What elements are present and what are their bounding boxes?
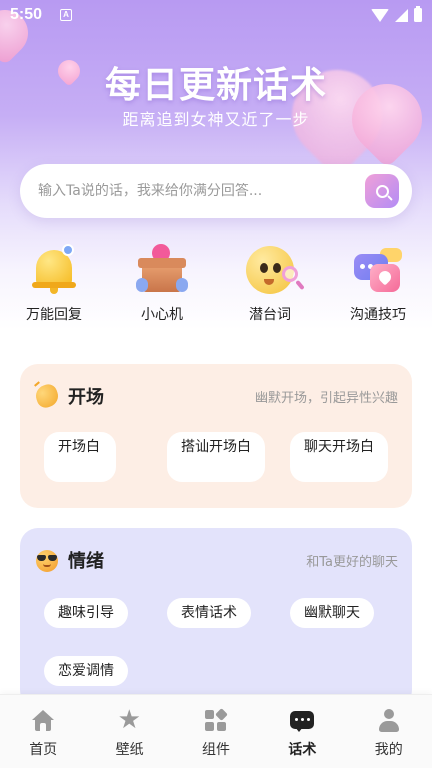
search-icon <box>375 184 389 198</box>
sunglasses-face-icon <box>34 547 60 573</box>
search-input[interactable] <box>38 183 338 199</box>
feature-communication-skills[interactable]: 沟通技巧 <box>324 244 432 328</box>
chip-humor-chat[interactable]: 幽默聊天 <box>290 598 374 628</box>
feature-label: 沟通技巧 <box>350 307 406 323</box>
nav-label: 我的 <box>374 742 403 758</box>
gift-box-icon <box>136 240 188 296</box>
chip-emoji-talk[interactable]: 表情话术 <box>167 598 251 628</box>
magnifier-face-icon <box>244 244 305 296</box>
status-icons <box>371 6 422 22</box>
nav-widgets[interactable]: 组件 <box>173 695 259 768</box>
feature-label: 小心机 <box>141 307 183 323</box>
chat-icon <box>290 709 315 733</box>
nav-profile[interactable]: 我的 <box>346 695 432 768</box>
chip-pickup-opening[interactable]: 搭讪开场白 <box>167 432 265 482</box>
card-title: 开场 <box>68 387 104 408</box>
cellular-signal-icon <box>395 8 408 22</box>
search-button[interactable] <box>365 174 399 208</box>
nav-label: 组件 <box>201 742 230 758</box>
hero-subtitle: 距离追到女神又近了一步 <box>122 110 310 129</box>
chip-opening-line[interactable]: 开场白 <box>44 432 116 482</box>
feature-subtext[interactable]: 潜台词 <box>216 244 324 328</box>
bottom-navigation: 首页 ★ 壁纸 组件 话术 我的 <box>0 694 432 768</box>
widgets-icon <box>204 708 228 733</box>
feature-universal-reply[interactable]: 万能回复 <box>0 244 108 328</box>
status-bar: 5:50 A <box>0 0 432 30</box>
battery-icon <box>414 6 422 22</box>
card-emotion: 情绪 和Ta更好的聊天 趣味引导 表情话术 幽默聊天 恋爱调情 <box>20 528 412 708</box>
chip-chat-opening[interactable]: 聊天开场白 <box>290 432 388 482</box>
home-icon <box>31 709 55 733</box>
nav-label: 话术 <box>288 742 317 758</box>
card-header: 情绪 和Ta更好的聊天 <box>34 546 398 574</box>
card-description: 和Ta更好的聊天 <box>306 554 398 570</box>
wifi-icon <box>371 8 389 22</box>
feature-label: 潜台词 <box>249 307 291 323</box>
clapping-hands-icon <box>32 381 62 411</box>
chat-bubbles-icon <box>352 244 404 296</box>
nav-home[interactable]: 首页 <box>0 695 86 768</box>
chip-fun-guide[interactable]: 趣味引导 <box>44 598 128 628</box>
search-bar <box>20 164 412 218</box>
feature-shortcuts: 万能回复 小心机 潜台词 沟通技巧 <box>0 240 432 328</box>
hero-title: 每日更新话术 <box>104 65 327 106</box>
card-header: 开场 幽默开场，引起异性兴趣 <box>32 381 398 411</box>
nav-label: 壁纸 <box>115 742 144 758</box>
feature-little-tricks[interactable]: 小心机 <box>108 240 216 328</box>
bell-icon <box>28 244 80 296</box>
card-title: 情绪 <box>68 551 104 572</box>
person-icon <box>377 709 401 733</box>
chip-flirting[interactable]: 恋爱调情 <box>44 656 128 686</box>
nav-scripts[interactable]: 话术 <box>259 695 345 768</box>
status-time: 5:50 <box>10 6 43 23</box>
nav-label: 首页 <box>29 742 58 758</box>
star-icon: ★ <box>117 705 141 735</box>
nav-wallpaper[interactable]: ★ 壁纸 <box>86 695 172 768</box>
feature-label: 万能回复 <box>26 307 82 323</box>
notification-a-icon: A <box>60 9 73 21</box>
card-description: 幽默开场，引起异性兴趣 <box>254 390 398 406</box>
card-opening: 开场 幽默开场，引起异性兴趣 开场白 搭讪开场白 聊天开场白 <box>20 364 412 508</box>
